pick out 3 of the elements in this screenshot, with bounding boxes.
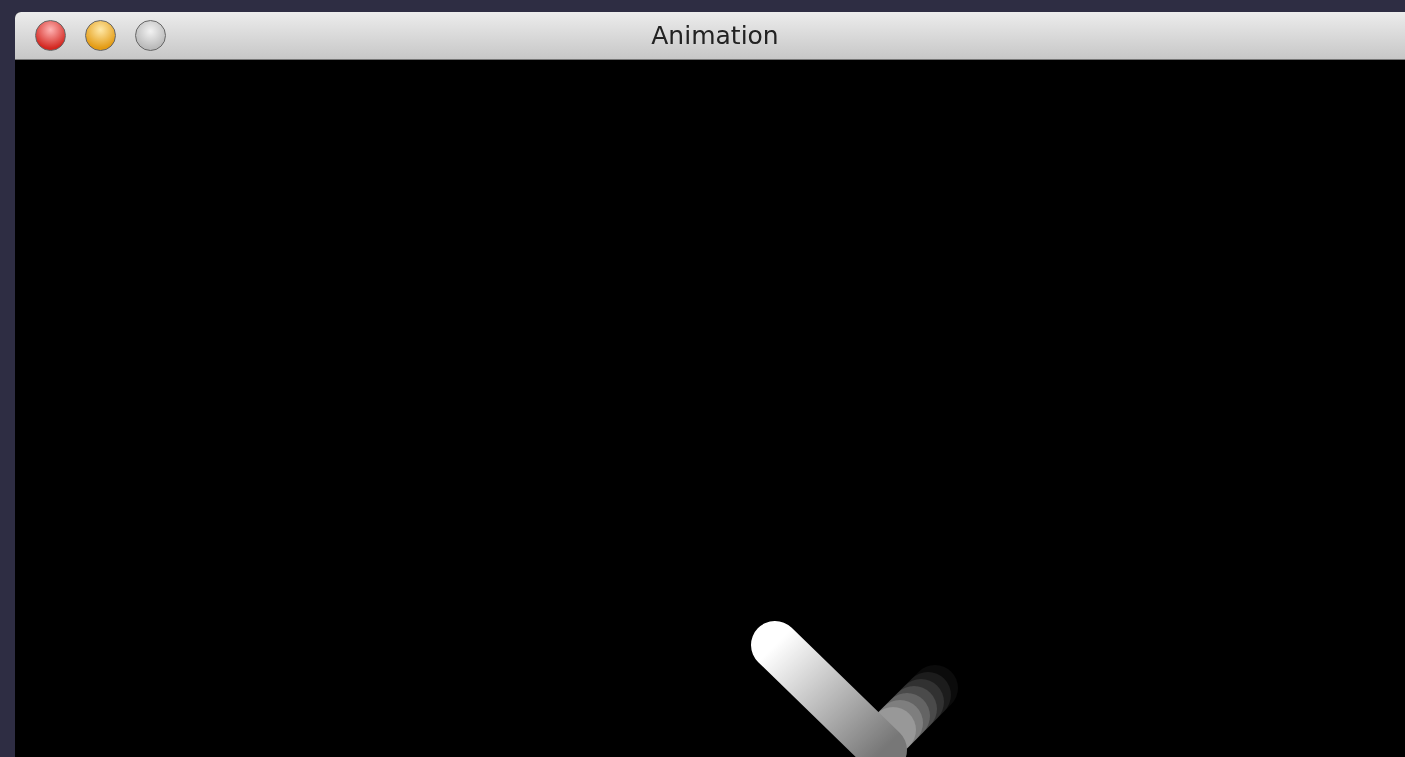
- window-title: Animation: [651, 21, 779, 50]
- minimize-button[interactable]: [85, 20, 116, 51]
- close-button[interactable]: [35, 20, 66, 51]
